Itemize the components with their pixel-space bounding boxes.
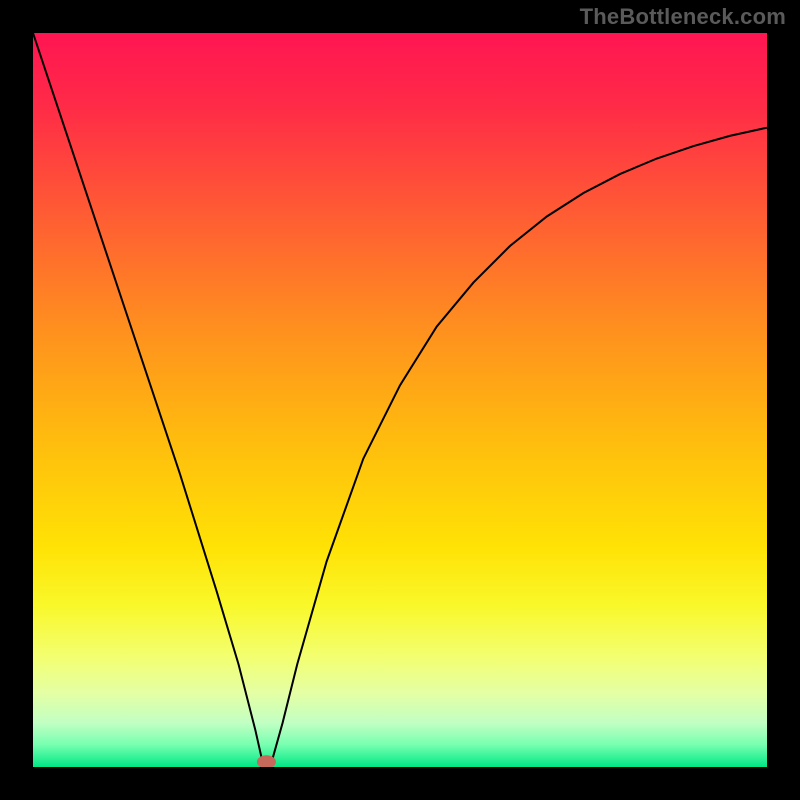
bottleneck-plot [33, 33, 767, 767]
watermark-text: TheBottleneck.com [580, 4, 786, 30]
plot-background [33, 33, 767, 767]
chart-container: TheBottleneck.com [0, 0, 800, 800]
